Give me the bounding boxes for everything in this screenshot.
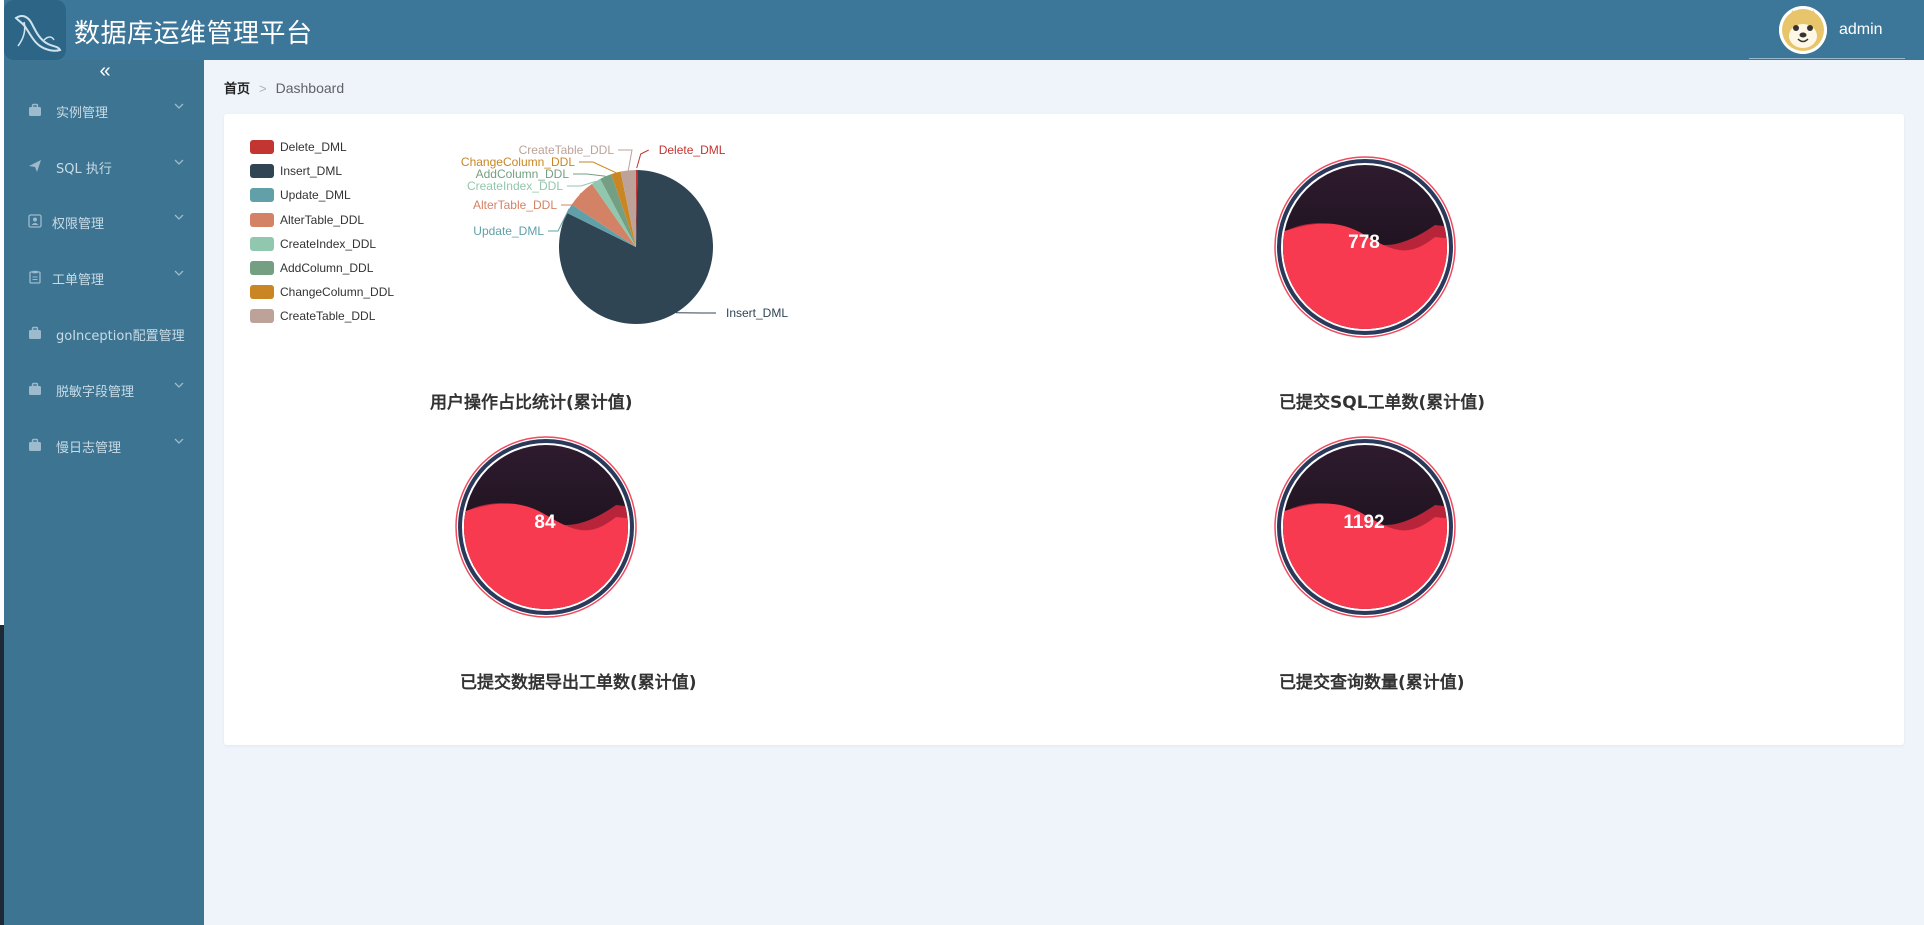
gauge-title-query: 已提交查询数量(累计值) — [1279, 673, 1465, 693]
sidebar-item-masking[interactable]: 脱敏字段管理 — [4, 369, 204, 409]
gauge-value-query: 1192 — [1343, 512, 1385, 533]
gauge-title-export: 已提交数据导出工单数(累计值) — [460, 673, 697, 693]
briefcase-icon — [29, 103, 41, 116]
chevron-down-icon — [174, 382, 184, 388]
chevron-down-icon — [174, 270, 184, 276]
sidebar-item-label: SQL 执行 — [56, 162, 112, 177]
clipboard-icon — [29, 270, 41, 284]
sidebar-item-permissions[interactable]: 权限管理 — [4, 201, 204, 241]
sidebar: « 实例管理 SQL 执行 权限管理 工单管理 goInception配置管理 … — [4, 60, 204, 925]
sidebar-item-label: 脱敏字段管理 — [56, 385, 135, 400]
sidebar-item-label: 慢日志管理 — [56, 441, 122, 456]
dashboard-card: Delete_DML Insert_DML Update_DML AlterTable… — [224, 114, 1904, 745]
breadcrumb-current: Dashboard — [275, 80, 345, 96]
paper-plane-icon — [29, 160, 41, 172]
user-card-icon — [28, 214, 42, 228]
sidebar-item-instance[interactable]: 实例管理 — [4, 90, 204, 130]
breadcrumb-home[interactable]: 首页 — [224, 82, 250, 97]
gauge-value-export: 84 — [534, 512, 556, 533]
briefcase-icon — [29, 438, 41, 451]
chevron-down-icon — [174, 438, 184, 444]
sidebar-item-label: goInception配置管理 — [56, 329, 185, 344]
avatar[interactable] — [1779, 6, 1827, 54]
sidebar-item-slowlog[interactable]: 慢日志管理 — [4, 425, 204, 465]
sidebar-item-goinception[interactable]: goInception配置管理 — [4, 313, 204, 353]
app-title: 数据库运维管理平台 — [74, 19, 313, 49]
sidebar-item-label: 权限管理 — [52, 217, 105, 232]
breadcrumb: 首页 > Dashboard — [224, 78, 344, 97]
chevron-down-icon — [174, 103, 184, 109]
chevron-down-icon — [174, 214, 184, 220]
sidebar-item-label: 工单管理 — [52, 273, 105, 288]
breadcrumb-separator: > — [259, 81, 267, 96]
top-header: 数据库运维管理平台 admin — [0, 0, 1924, 60]
sidebar-item-tickets[interactable]: 工单管理 — [4, 257, 204, 297]
chevron-down-icon — [174, 159, 184, 165]
sidebar-item-label: 实例管理 — [56, 106, 109, 121]
gauge-value-sql: 778 — [1348, 232, 1380, 253]
briefcase-icon — [29, 382, 41, 395]
collapse-sidebar-icon[interactable]: « — [94, 61, 116, 82]
user-menu[interactable]: admin — [1749, 0, 1905, 59]
gauge-charts — [455, 156, 1456, 618]
gauge-title-sql: 已提交SQL工单数(累计值) — [1279, 393, 1486, 413]
briefcase-icon — [29, 326, 41, 339]
username: admin — [1839, 21, 1883, 38]
sidebar-item-sql-exec[interactable]: SQL 执行 — [4, 146, 204, 186]
mysql-dolphin-logo — [4, 0, 66, 60]
